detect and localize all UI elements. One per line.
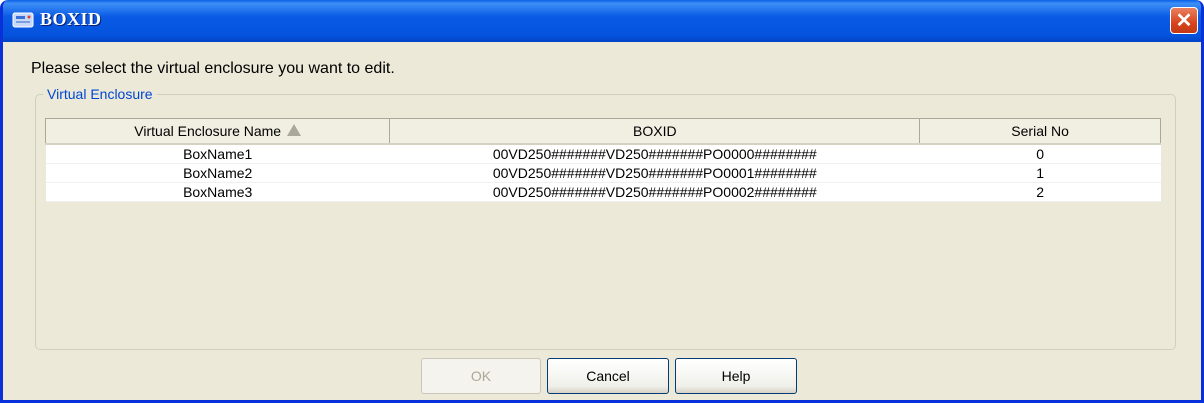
cell-boxid: 00VD250#######VD250#######PO0000######## bbox=[389, 144, 920, 164]
table-row[interactable]: BoxName1 00VD250#######VD250#######PO000… bbox=[45, 144, 1161, 164]
column-header-name[interactable]: Virtual Enclosure Name bbox=[44, 118, 391, 145]
table-row[interactable]: BoxName2 00VD250#######VD250#######PO000… bbox=[45, 163, 1161, 183]
enclosure-table: Virtual Enclosure Name BOXID Serial No B… bbox=[44, 118, 1161, 202]
cell-serial: 2 bbox=[919, 182, 1161, 202]
instruction-text: Please select the virtual enclosure you … bbox=[31, 60, 395, 77]
cell-name: BoxName2 bbox=[45, 163, 390, 183]
cell-boxid: 00VD250#######VD250#######PO0001######## bbox=[389, 163, 920, 183]
column-header-boxid[interactable]: BOXID bbox=[389, 118, 921, 145]
close-icon: ✕ bbox=[1175, 9, 1193, 32]
cancel-button[interactable]: Cancel bbox=[547, 358, 669, 394]
title-bar[interactable]: BOXID ✕ bbox=[3, 0, 1201, 42]
ok-button[interactable]: OK bbox=[421, 358, 541, 394]
column-header-serial[interactable]: Serial No bbox=[919, 118, 1161, 145]
table-header-row: Virtual Enclosure Name BOXID Serial No bbox=[44, 118, 1161, 145]
dialog-window: BOXID ✕ Please select the virtual enclos… bbox=[0, 0, 1204, 403]
window-title: BOXID bbox=[40, 9, 102, 29]
help-button[interactable]: Help bbox=[675, 358, 797, 394]
cell-serial: 0 bbox=[919, 144, 1161, 164]
cell-serial: 1 bbox=[919, 163, 1161, 183]
close-button[interactable]: ✕ bbox=[1170, 7, 1198, 34]
cell-name: BoxName1 bbox=[45, 144, 390, 164]
cell-boxid: 00VD250#######VD250#######PO0002######## bbox=[389, 182, 920, 202]
virtual-disk-icon bbox=[12, 12, 34, 28]
cell-name: BoxName3 bbox=[45, 182, 390, 202]
sort-ascending-icon bbox=[287, 124, 302, 137]
table-row[interactable]: BoxName3 00VD250#######VD250#######PO000… bbox=[45, 182, 1161, 202]
group-label: Virtual Enclosure bbox=[43, 86, 157, 102]
